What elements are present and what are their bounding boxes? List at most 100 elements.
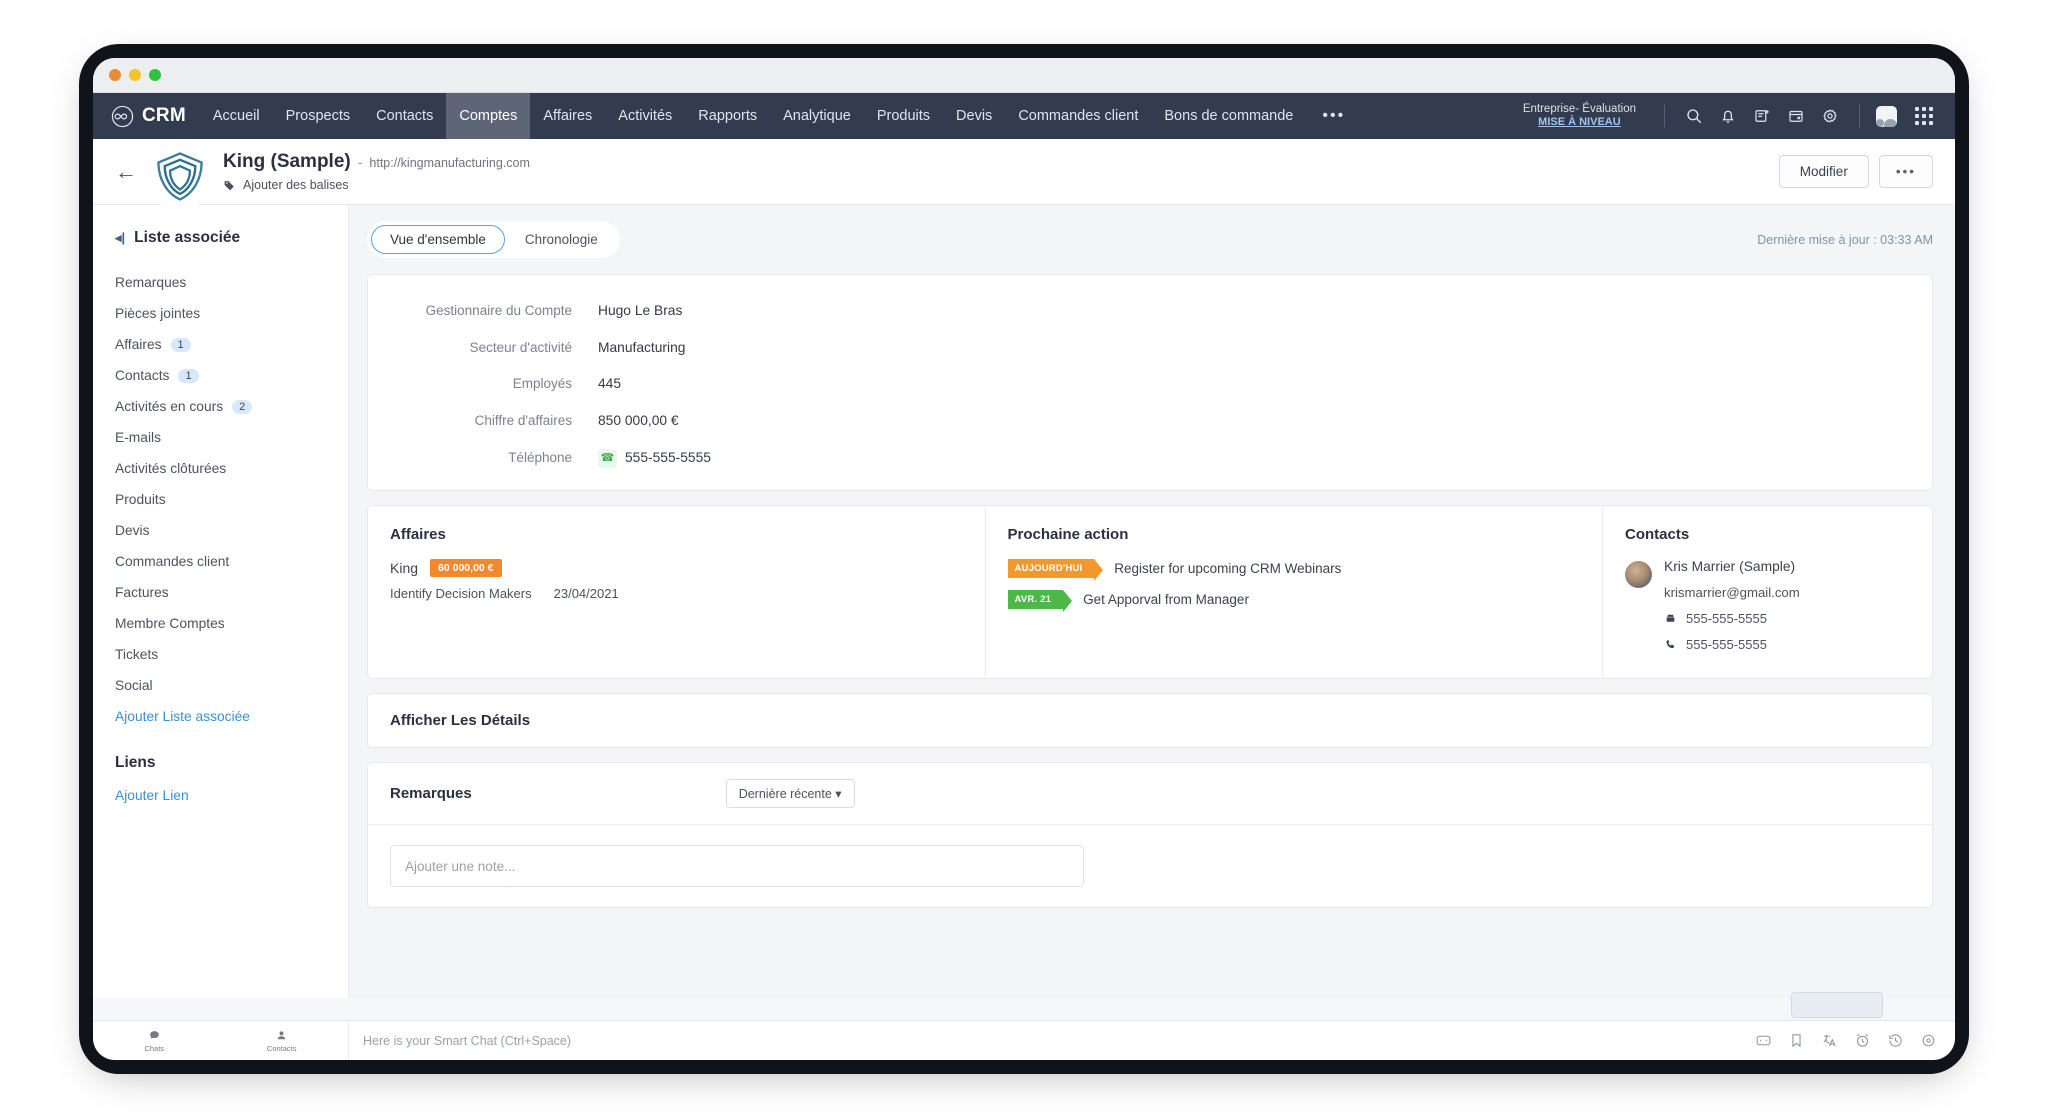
nav-item-accueil[interactable]: Accueil: [200, 93, 273, 139]
contact-row: Kris Marrier (Sample) krismarrier@gmail.…: [1625, 559, 1910, 652]
field-value: 850 000,00 €: [598, 413, 679, 429]
sidebar-item-label: Activités clôturées: [115, 461, 227, 476]
window-titlebar: [93, 58, 1955, 93]
sidebar-item-label: Tickets: [115, 647, 159, 662]
sidebar-item-social[interactable]: Social: [115, 670, 348, 701]
sidebar-item-remarques[interactable]: Remarques: [115, 267, 348, 298]
account-fields-card: Gestionnaire du Compte Hugo Le Bras Sect…: [367, 274, 1933, 492]
field-row: Secteur d'activité Manufacturing: [368, 338, 1932, 359]
sidebar-item-affaires[interactable]: Affaires 1: [115, 329, 348, 360]
add-tags-label: Ajouter des balises: [243, 178, 349, 192]
sidebar-item-pieces-jointes[interactable]: Pièces jointes: [115, 298, 348, 329]
collapse-sidebar-icon[interactable]: ◂|: [115, 230, 125, 246]
back-arrow-icon[interactable]: ←: [115, 160, 137, 183]
nav-item-rapports[interactable]: Rapports: [685, 93, 770, 139]
smart-chat-input[interactable]: Here is your Smart Chat (Ctrl+Space): [349, 1034, 1755, 1048]
field-label: Employés: [512, 376, 572, 392]
account-website-link[interactable]: http://kingmanufacturing.com: [369, 156, 530, 170]
translate-icon[interactable]: [1821, 1032, 1838, 1049]
person-icon: [277, 1030, 286, 1039]
contact-email[interactable]: krismarrier@gmail.com: [1664, 585, 1800, 600]
details-section-title: Afficher Les Détails: [390, 712, 531, 730]
next-action-item[interactable]: AUJOURD'HUI Register for upcoming CRM We…: [1007, 559, 1581, 582]
remarks-card: Remarques Dernière récente ▾ Ajouter une…: [367, 762, 1933, 909]
history-icon[interactable]: [1887, 1032, 1904, 1049]
last-update-text: Dernière mise à jour : 03:33 AM: [1757, 232, 1933, 247]
contact-name[interactable]: Kris Marrier (Sample): [1664, 559, 1800, 574]
sidebar-item-add-link[interactable]: Ajouter Lien: [115, 780, 348, 811]
add-note-icon[interactable]: [1747, 101, 1777, 131]
view-tabs: Vue d'ensemble Chronologie: [367, 221, 620, 258]
feedback-icon[interactable]: [1755, 1032, 1772, 1049]
sidebar-item-factures[interactable]: Factures: [115, 577, 348, 608]
maximize-window-button[interactable]: [149, 69, 161, 81]
nav-item-analytique[interactable]: Analytique: [770, 93, 864, 139]
nav-divider: [1664, 105, 1665, 127]
details-section-header[interactable]: Afficher Les Détails: [367, 693, 1933, 749]
sidebar-item-commandes-client[interactable]: Commandes client: [115, 546, 348, 577]
bell-icon[interactable]: [1713, 101, 1743, 131]
sidebar-item-label: Produits: [115, 492, 166, 507]
contact-work-phone[interactable]: 555-555-5555: [1664, 611, 1800, 626]
edit-button[interactable]: Modifier: [1778, 155, 1869, 188]
phone-handset-icon: [1666, 640, 1675, 649]
record-more-button[interactable]: •••: [1878, 155, 1933, 188]
contact-info: Kris Marrier (Sample) krismarrier@gmail.…: [1664, 559, 1800, 652]
chat-left-group: Chats Contacts: [93, 1021, 349, 1060]
sidebar-item-tickets[interactable]: Tickets: [115, 639, 348, 670]
nav-item-comptes[interactable]: Comptes: [446, 93, 531, 139]
close-window-button[interactable]: [109, 69, 121, 81]
nav-item-devis[interactable]: Devis: [943, 93, 1005, 139]
sidebar-item-membre-comptes[interactable]: Membre Comptes: [115, 608, 348, 639]
app-screen: CRM Accueil Prospects Contacts Comptes A…: [93, 58, 1955, 1060]
alarm-icon[interactable]: [1854, 1032, 1871, 1049]
upgrade-link[interactable]: MISE À NIVEAU: [1523, 116, 1636, 130]
nav-item-commandes-client[interactable]: Commandes client: [1005, 93, 1151, 139]
phone-icon[interactable]: ☎: [598, 448, 617, 468]
chats-button[interactable]: Chats: [144, 1029, 164, 1053]
field-value: Manufacturing: [598, 339, 686, 355]
nav-item-produits[interactable]: Produits: [864, 93, 943, 139]
nav-item-prospects[interactable]: Prospects: [273, 93, 363, 139]
nav-item-activites[interactable]: Activités: [605, 93, 685, 139]
sidebar-item-label: Remarques: [115, 275, 187, 290]
contact-mobile-phone[interactable]: 555-555-5555: [1664, 637, 1800, 652]
nav-item-more[interactable]: •••: [1306, 93, 1361, 139]
nav-item-bons-de-commande[interactable]: Bons de commande: [1151, 93, 1306, 139]
top-navigation-bar: CRM Accueil Prospects Contacts Comptes A…: [93, 93, 1955, 139]
add-tags-button[interactable]: Ajouter des balises: [223, 178, 530, 192]
remarks-sort-dropdown[interactable]: Dernière récente ▾: [725, 779, 855, 809]
page-title: King (Sample): [223, 151, 351, 172]
gear-icon[interactable]: [1815, 101, 1845, 131]
calendar-icon[interactable]: [1781, 101, 1811, 131]
sidebar-item-emails[interactable]: E-mails: [115, 422, 348, 453]
minimize-window-button[interactable]: [129, 69, 141, 81]
tab-chronologie[interactable]: Chronologie: [507, 226, 616, 253]
nav-item-contacts[interactable]: Contacts: [363, 93, 446, 139]
next-action-item[interactable]: AVR. 21 Get Apporval from Manager: [1007, 590, 1581, 613]
search-icon[interactable]: [1679, 101, 1709, 131]
tab-vue-densemble[interactable]: Vue d'ensemble: [371, 225, 505, 254]
add-note-input[interactable]: Ajouter une note...: [390, 845, 1084, 888]
settings-circle-icon[interactable]: [1920, 1032, 1937, 1049]
sidebar-item-activites-en-cours[interactable]: Activités en cours 2: [115, 391, 348, 422]
floating-action-button[interactable]: [1791, 992, 1883, 1018]
deal-subrow: Identify Decision Makers 23/04/2021: [390, 586, 963, 601]
phone-number: 555-555-5555: [625, 449, 711, 465]
sidebar-item-contacts[interactable]: Contacts 1: [115, 360, 348, 391]
avatar[interactable]: [1876, 105, 1897, 127]
contact-phone-number: 555-555-5555: [1686, 611, 1767, 627]
remarks-title: Remarques: [390, 785, 472, 803]
nav-item-affaires[interactable]: Affaires: [530, 93, 605, 139]
chat-bubble-icon: [149, 1030, 159, 1039]
sidebar-item-produits[interactable]: Produits: [115, 484, 348, 515]
sidebar-item-add-related-list[interactable]: Ajouter Liste associée: [115, 701, 348, 732]
sidebar-item-devis[interactable]: Devis: [115, 515, 348, 546]
contacts-button[interactable]: Contacts: [267, 1029, 297, 1053]
bookmark-icon[interactable]: [1788, 1032, 1805, 1049]
deal-row[interactable]: King 60 000,00 €: [390, 559, 963, 578]
apps-grid-icon[interactable]: [1909, 101, 1939, 131]
enterprise-badge[interactable]: Entreprise- Évaluation MISE À NIVEAU: [1523, 102, 1636, 130]
crm-logo[interactable]: CRM: [93, 93, 200, 139]
sidebar-item-activites-cloturees[interactable]: Activités clôturées: [115, 453, 348, 484]
